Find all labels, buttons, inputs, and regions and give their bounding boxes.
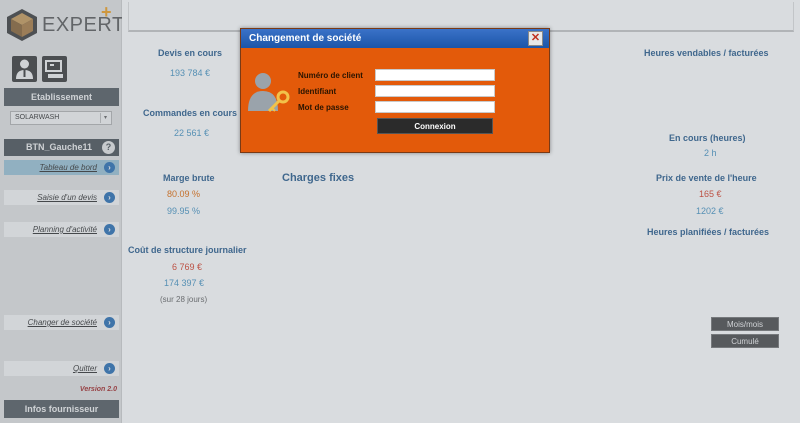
user-key-icon: [248, 73, 290, 113]
identifier-label: Identifiant: [298, 87, 337, 96]
dialog-title: Changement de société: [241, 29, 549, 48]
password-input[interactable]: [375, 101, 495, 113]
connexion-button[interactable]: Connexion: [377, 118, 493, 134]
client-number-input[interactable]: [375, 69, 495, 81]
close-icon[interactable]: ✕: [528, 31, 543, 46]
password-label: Mot de passe: [298, 103, 349, 112]
identifier-input[interactable]: [375, 85, 495, 97]
change-company-dialog: Changement de société ✕ Numéro de client…: [240, 28, 550, 153]
client-number-label: Numéro de client: [298, 71, 363, 80]
